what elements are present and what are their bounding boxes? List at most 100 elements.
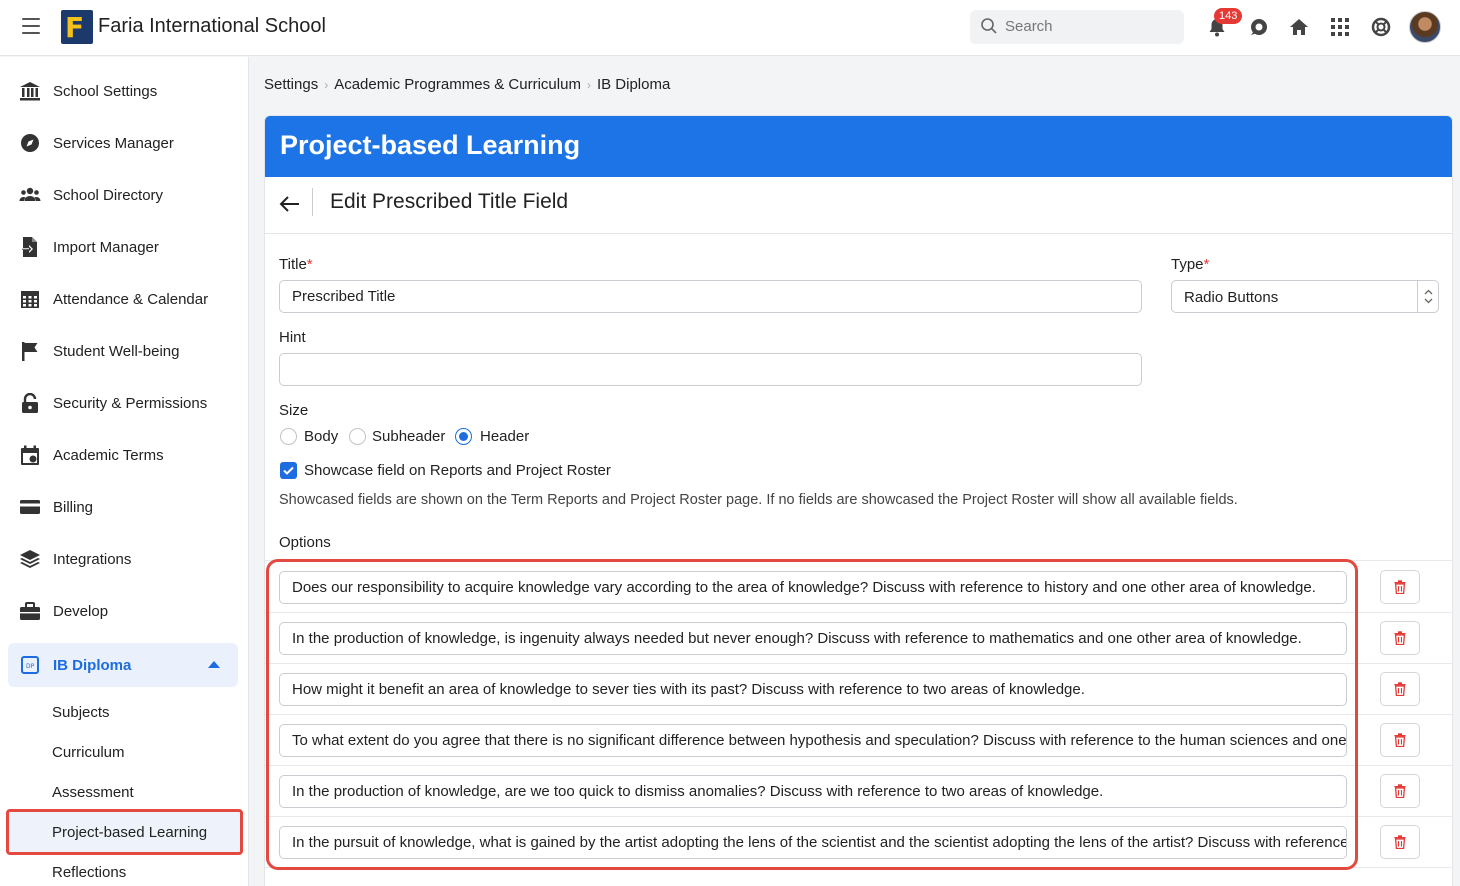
sidebar: School Settings Services Manager School … [0, 57, 249, 886]
sidebar-subitem-subjects[interactable]: Subjects [52, 704, 110, 721]
delete-option-button[interactable] [1380, 825, 1420, 859]
file-import-icon [21, 237, 37, 257]
bank-icon [20, 82, 40, 101]
size-option-subheader[interactable]: Subheader [372, 428, 445, 445]
showcase-checkbox[interactable] [280, 462, 297, 479]
sidebar-item-label: Integrations [53, 550, 132, 568]
sidebar-item-label: IB Diploma [53, 656, 132, 674]
breadcrumb: Settings › Academic Programmes & Curricu… [264, 76, 670, 93]
sidebar-item-develop[interactable]: Develop [8, 589, 238, 633]
delete-option-button[interactable] [1380, 621, 1420, 655]
page-title: Project-based Learning [280, 130, 581, 160]
hint-input[interactable] [279, 353, 1142, 386]
panel-header: Project-based Learning [265, 116, 1452, 177]
school-logo[interactable]: F [61, 10, 93, 44]
sidebar-item-school-settings[interactable]: School Settings [8, 69, 238, 113]
trash-icon [1394, 631, 1406, 645]
apps-grid-icon[interactable] [1329, 16, 1351, 38]
sidebar-item-import-manager[interactable]: Import Manager [8, 225, 238, 269]
delete-option-button[interactable] [1380, 774, 1420, 808]
option-input[interactable]: In the production of knowledge, is ingen… [279, 622, 1347, 655]
sidebar-subitem-curriculum[interactable]: Curriculum [52, 744, 125, 761]
user-avatar[interactable] [1409, 11, 1441, 43]
breadcrumb-settings[interactable]: Settings [264, 76, 318, 93]
svg-text:DP: DP [26, 663, 35, 670]
options-label: Options [279, 534, 331, 551]
sidebar-item-label: Security & Permissions [53, 394, 208, 412]
size-radio-subheader[interactable] [349, 428, 366, 445]
search-placeholder: Search [1005, 18, 1053, 35]
checkmark-icon [283, 466, 294, 475]
delete-option-button[interactable] [1380, 570, 1420, 604]
sidebar-item-security-permissions[interactable]: Security & Permissions [8, 381, 238, 425]
title-label: Title* [279, 256, 313, 273]
ib-icon: DP [21, 656, 39, 674]
size-option-header[interactable]: Header [480, 428, 529, 445]
main-panel: Project-based Learning Edit Prescribed T… [264, 115, 1453, 886]
briefcase-icon [20, 601, 40, 620]
divider [265, 233, 1452, 234]
home-icon[interactable] [1288, 16, 1310, 38]
collapse-caret-icon[interactable] [208, 661, 220, 668]
calendar-check-icon [21, 445, 39, 465]
sidebar-item-academic-terms[interactable]: Academic Terms [8, 433, 238, 477]
title-input[interactable]: Prescribed Title [279, 280, 1142, 313]
breadcrumb-ib-diploma[interactable]: IB Diploma [597, 76, 670, 93]
divider [265, 560, 1452, 561]
divider [265, 816, 1452, 817]
help-lifebuoy-icon[interactable] [1370, 16, 1392, 38]
chat-icon[interactable] [1248, 16, 1270, 38]
option-input[interactable]: How might it benefit an area of knowledg… [279, 673, 1347, 706]
notification-badge: 143 [1214, 8, 1243, 24]
sidebar-subitem-project-based-learning[interactable]: Project-based Learning [52, 824, 207, 841]
sidebar-item-school-directory[interactable]: School Directory [8, 173, 238, 217]
divider [265, 867, 1452, 868]
sidebar-item-label: Student Well-being [53, 342, 180, 360]
option-input[interactable]: In the production of knowledge, are we t… [279, 775, 1347, 808]
divider [265, 714, 1452, 715]
sidebar-item-billing[interactable]: Billing [8, 485, 238, 529]
school-name[interactable]: Faria International School [98, 15, 326, 38]
select-arrows-icon [1417, 281, 1438, 312]
delete-option-button[interactable] [1380, 723, 1420, 757]
sidebar-item-integrations[interactable]: Integrations [8, 537, 238, 581]
sidebar-item-services-manager[interactable]: Services Manager [8, 121, 238, 165]
size-radio-header[interactable] [455, 428, 472, 445]
trash-icon [1394, 580, 1406, 594]
back-arrow-icon[interactable] [279, 194, 301, 214]
sidebar-item-student-wellbeing[interactable]: Student Well-being [8, 329, 238, 373]
type-label: Type* [1171, 256, 1209, 273]
chevron-right-icon: › [324, 77, 329, 92]
size-option-body[interactable]: Body [304, 428, 338, 445]
type-select[interactable]: Radio Buttons [1171, 280, 1439, 313]
lock-icon [22, 392, 38, 413]
menu-icon[interactable] [22, 18, 40, 36]
type-label-text: Type [1171, 256, 1204, 273]
sidebar-subitem-assessment[interactable]: Assessment [52, 784, 134, 801]
required-marker: * [306, 256, 313, 273]
compass-icon [21, 134, 39, 152]
divider [265, 663, 1452, 664]
type-select-value: Radio Buttons [1184, 289, 1279, 306]
divider [312, 188, 313, 216]
delete-option-button[interactable] [1380, 672, 1420, 706]
option-input[interactable]: In the pursuit of knowledge, what is gai… [279, 826, 1347, 859]
sidebar-subitem-reflections[interactable]: Reflections [52, 864, 126, 881]
option-input[interactable]: To what extent do you agree that there i… [279, 724, 1347, 757]
size-label: Size [279, 402, 309, 419]
sidebar-item-label: Services Manager [53, 134, 174, 152]
size-radio-body[interactable] [280, 428, 297, 445]
sidebar-item-attendance-calendar[interactable]: Attendance & Calendar [8, 277, 238, 321]
sidebar-item-label: Billing [53, 498, 94, 516]
showcase-help-text: Showcased fields are shown on the Term R… [279, 492, 1238, 508]
sidebar-item-ib-diploma[interactable]: DP IB Diploma [8, 643, 238, 687]
showcase-label[interactable]: Showcase field on Reports and Project Ro… [304, 462, 611, 479]
option-input[interactable]: Does our responsibility to acquire knowl… [279, 571, 1347, 604]
search-input[interactable]: Search [970, 10, 1184, 44]
sidebar-item-label: Develop [53, 602, 109, 620]
section-title: Edit Prescribed Title Field [330, 190, 569, 213]
trash-icon [1394, 835, 1406, 849]
sidebar-item-label: Attendance & Calendar [53, 290, 209, 308]
breadcrumb-academic-programmes[interactable]: Academic Programmes & Curriculum [334, 76, 581, 93]
title-label-text: Title [279, 256, 307, 273]
